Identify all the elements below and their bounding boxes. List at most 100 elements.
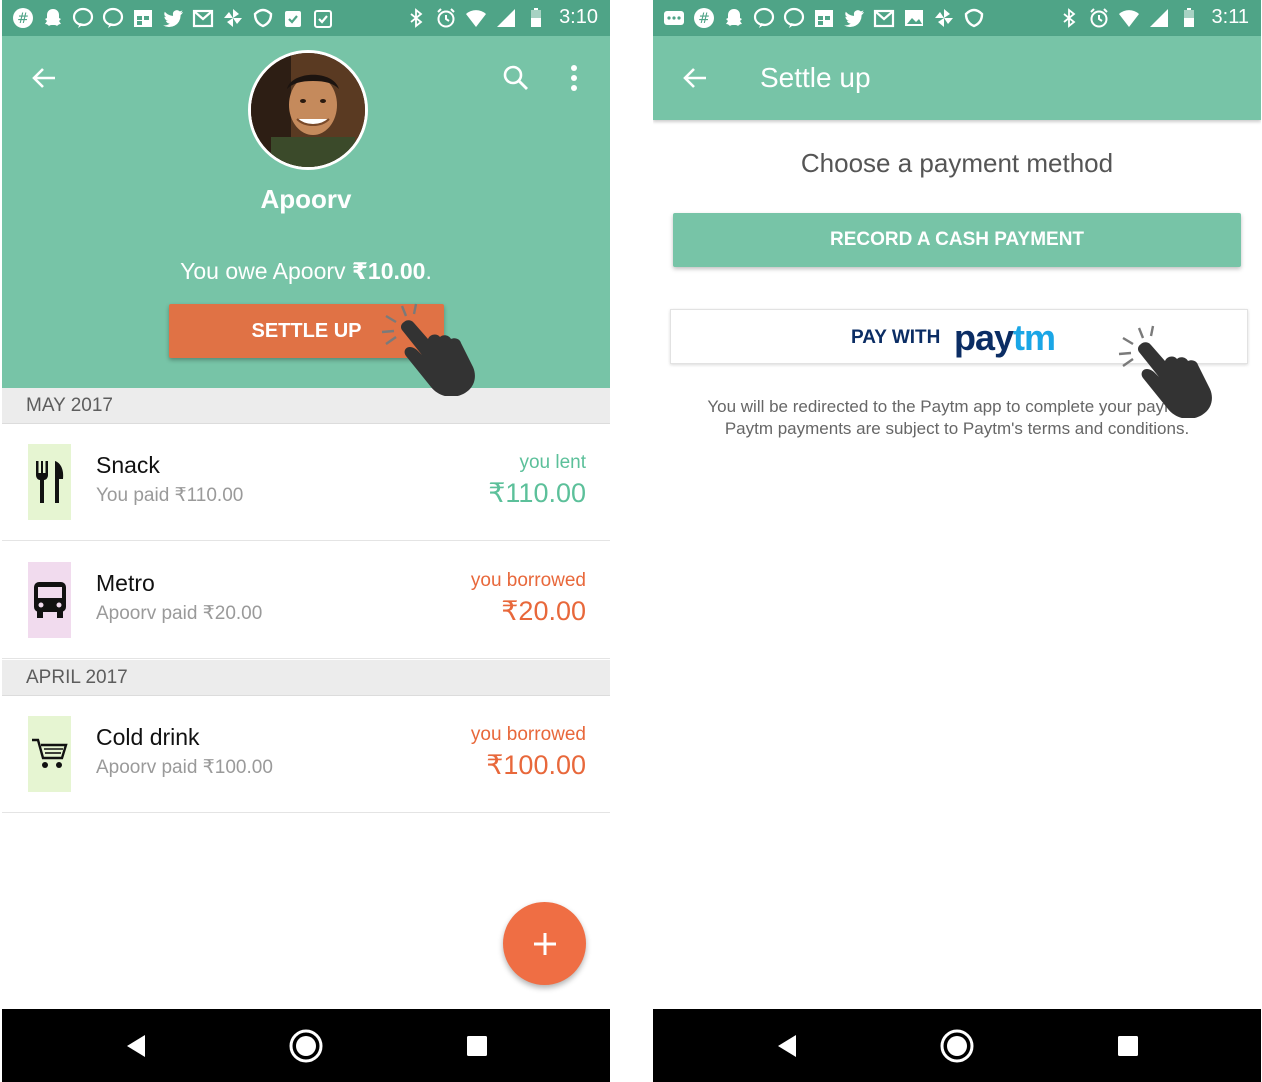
more-vert-icon[interactable]	[566, 64, 582, 92]
expense-amount: ₹110.00	[488, 478, 586, 508]
expense-title: Metro	[96, 570, 155, 596]
expense-row-metro[interactable]: Metro Apoorv paid ₹20.00 you borrowed ₹2…	[2, 542, 610, 659]
system-status: 3:10	[405, 6, 598, 29]
signal-icon	[497, 8, 516, 27]
expense-subtitle: Apoorv paid ₹100.00	[96, 757, 273, 778]
clipboard-check-icon	[314, 10, 332, 28]
clipboard-check-icon	[285, 11, 301, 27]
expense-row-snack[interactable]: Snack You paid ₹110.00 you lent ₹110.00	[2, 424, 610, 541]
nav-home-button[interactable]	[287, 1027, 325, 1065]
expense-subtitle: You paid ₹110.00	[96, 485, 244, 506]
record-cash-payment-button[interactable]: RECORD A CASH PAYMENT	[673, 213, 1241, 267]
balance-summary: You owe Apoorv ₹10.00.	[2, 258, 610, 285]
expense-status: you lent	[519, 452, 586, 473]
nav-recents-button[interactable]	[458, 1027, 496, 1065]
category-tile	[28, 444, 71, 520]
app-toolbar: Settle up	[653, 36, 1261, 120]
tap-hand-icon	[1118, 325, 1212, 418]
paytm-prefix-label: PAY WITH	[851, 327, 941, 348]
wifi-icon	[1118, 9, 1139, 27]
notification-icons: #	[12, 7, 334, 29]
hangouts-icon	[72, 7, 94, 28]
expense-subtitle: Apoorv paid ₹20.00	[96, 603, 263, 624]
alarm-icon	[437, 7, 455, 27]
signal-icon	[1149, 8, 1168, 27]
paytm-logo: paytm	[954, 317, 1056, 359]
expense-amount: ₹100.00	[486, 750, 586, 780]
twitter-icon	[844, 10, 864, 28]
nav-recents-button[interactable]	[1109, 1027, 1147, 1065]
nav-back-button[interactable]	[768, 1027, 806, 1065]
hangouts-icon	[783, 7, 805, 28]
wifi-icon	[466, 9, 487, 27]
bus-icon	[33, 582, 66, 618]
section-header-may: MAY 2017	[2, 388, 610, 424]
plus-icon	[533, 932, 556, 955]
snapchat-icon	[726, 9, 742, 26]
shield-icon	[253, 8, 273, 28]
balance-text: You owe Apoorv	[180, 258, 352, 284]
shield-icon	[964, 8, 984, 28]
recents-square-icon	[1118, 1036, 1138, 1056]
recents-square-icon	[467, 1036, 487, 1056]
expense-title: Cold drink	[96, 724, 200, 750]
expense-amount: ₹20.00	[501, 596, 586, 626]
back-triangle-icon	[778, 1035, 796, 1057]
battery-icon	[1183, 7, 1194, 27]
slack-icon: #	[13, 8, 33, 28]
paytm-logo-pay: pay	[954, 317, 1014, 358]
alarm-icon	[1089, 7, 1108, 27]
navigation-bar	[653, 1009, 1261, 1082]
system-status: 3:11	[1058, 6, 1249, 29]
back-arrow-icon[interactable]	[681, 64, 709, 92]
pinwheel-icon	[935, 9, 953, 27]
twitter-icon	[163, 10, 183, 28]
paytm-logo-tm: tm	[1013, 317, 1056, 358]
category-tile	[28, 562, 71, 638]
section-header-april: APRIL 2017	[2, 660, 610, 696]
status-time: 3:11	[1211, 6, 1249, 28]
search-icon[interactable]	[502, 64, 530, 92]
settle-up-screen: # 3:11 Settle up Choose a payment method…	[653, 0, 1261, 1082]
page-title: Settle up	[760, 62, 871, 93]
navigation-bar	[2, 1009, 610, 1082]
image-icon	[905, 10, 923, 26]
expense-row-cold-drink[interactable]: Cold drink Apoorv paid ₹100.00 you borro…	[2, 696, 610, 813]
avatar	[248, 50, 368, 170]
home-circle-icon	[940, 1029, 974, 1063]
avatar-photo	[251, 53, 365, 167]
slack-icon: #	[694, 8, 714, 28]
message-icon	[664, 11, 684, 25]
back-triangle-icon	[127, 1035, 145, 1057]
balance-amount: ₹10.00	[351, 258, 426, 284]
expense-status: you borrowed	[470, 570, 586, 591]
hangouts-icon	[753, 7, 775, 28]
profile-header: Apoorv You owe Apoorv ₹10.00. SETTLE UP	[2, 36, 610, 388]
nav-back-button[interactable]	[117, 1027, 155, 1065]
notification-icons: #	[663, 7, 985, 29]
home-circle-icon	[289, 1029, 323, 1063]
snapchat-icon	[45, 9, 61, 26]
back-arrow-icon[interactable]	[30, 64, 58, 92]
terms-note-line: Paytm payments are subject to Paytm's te…	[724, 419, 1190, 438]
status-bar: # 3:11	[653, 0, 1261, 36]
expense-title: Snack	[96, 452, 160, 478]
bluetooth-icon	[1062, 7, 1075, 28]
payment-method-heading: Choose a payment method	[800, 148, 1114, 178]
calendar-icon	[815, 10, 833, 27]
profile-name: Apoorv	[260, 184, 352, 214]
pinwheel-icon	[224, 9, 242, 27]
calendar-icon	[134, 10, 152, 27]
gmail-icon	[192, 9, 214, 28]
nav-home-button[interactable]	[938, 1027, 976, 1065]
svg-text:#: #	[698, 11, 710, 27]
svg-text:#: #	[17, 11, 29, 27]
fork-knife-icon	[35, 461, 63, 503]
category-tile	[28, 716, 71, 792]
expense-status: you borrowed	[470, 724, 586, 745]
battery-icon	[531, 7, 542, 27]
friend-detail-screen: # 3:10 Apoorv You owe Apoorv ₹10.00. SET…	[2, 0, 610, 1082]
add-expense-button[interactable]	[503, 902, 586, 985]
bluetooth-icon	[410, 7, 423, 28]
status-bar: # 3:10	[2, 0, 610, 36]
